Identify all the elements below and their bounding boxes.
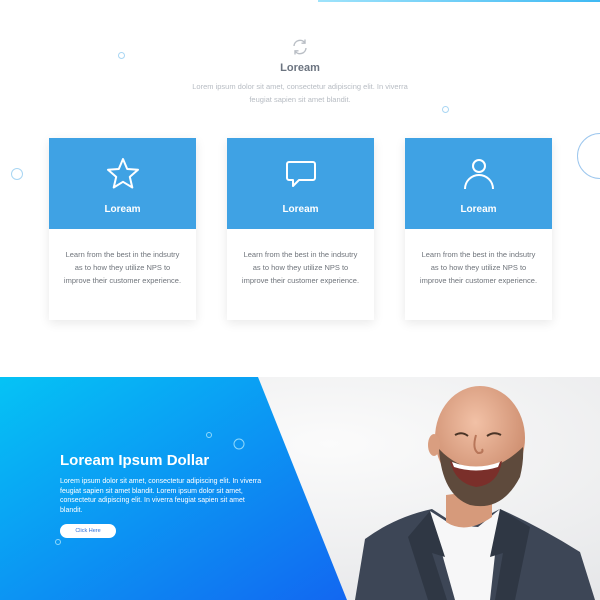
hero-title: Loream Ipsum Dollar bbox=[60, 452, 210, 469]
card-header: Loream bbox=[227, 138, 374, 229]
decorative-circle bbox=[442, 106, 449, 113]
card-title: Loream bbox=[460, 204, 497, 215]
page: Loream Lorem ipsum dolor sit amet, conse… bbox=[0, 0, 600, 600]
refresh-icon bbox=[293, 39, 307, 55]
card-text: Learn from the best in the indsutry as t… bbox=[419, 250, 538, 285]
user-icon bbox=[463, 159, 494, 190]
feature-card: Loream Learn from the best in the indsut… bbox=[49, 138, 196, 320]
click-here-button[interactable]: Click Here bbox=[60, 524, 116, 538]
card-title: Loream bbox=[282, 204, 319, 215]
card-text: Learn from the best in the indsutry as t… bbox=[241, 250, 360, 285]
top-accent-line bbox=[318, 0, 600, 2]
card-header: Loream bbox=[405, 138, 552, 229]
decorative-circle bbox=[577, 133, 600, 179]
decorative-circle bbox=[118, 52, 125, 59]
hero-text: Lorem ipsum dolor sit amet, consectetur … bbox=[60, 478, 262, 514]
card-header: Loream bbox=[49, 138, 196, 229]
intro-text: Lorem ipsum dolor sit amet, consectetur … bbox=[192, 82, 408, 104]
chat-bubble-icon bbox=[285, 161, 316, 187]
intro-title: Loream bbox=[280, 62, 320, 74]
feature-card: Loream Learn from the best in the indsut… bbox=[227, 138, 374, 320]
card-title: Loream bbox=[104, 204, 141, 215]
star-icon bbox=[106, 158, 139, 189]
feature-card: Loream Learn from the best in the indsut… bbox=[405, 138, 552, 320]
decorative-circle bbox=[11, 168, 23, 180]
card-text: Learn from the best in the indsutry as t… bbox=[63, 250, 182, 285]
